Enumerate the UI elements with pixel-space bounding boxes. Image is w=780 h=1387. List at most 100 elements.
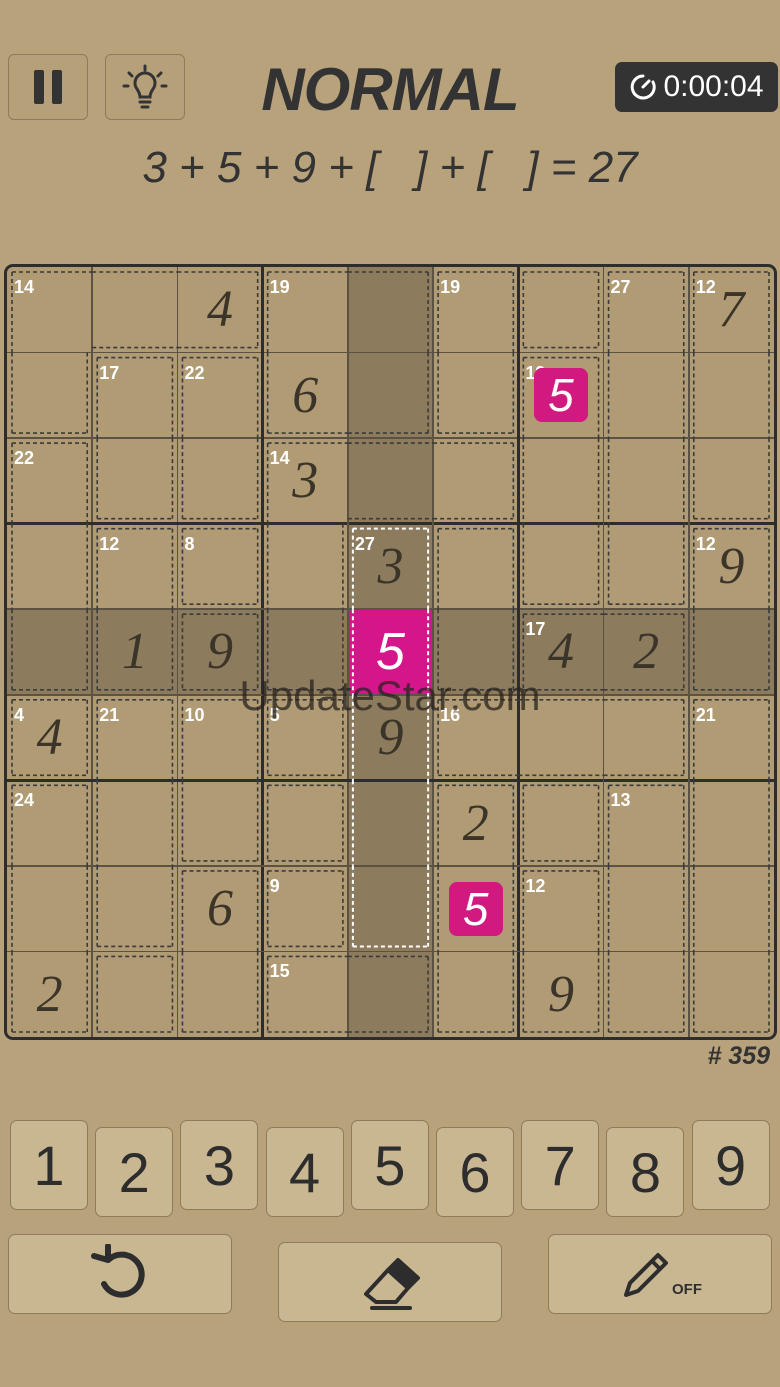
- cell-r1c4[interactable]: [263, 267, 348, 353]
- cell-r6c1[interactable]: [7, 695, 92, 781]
- cell-r1c9[interactable]: [689, 267, 774, 353]
- cell-r5c2[interactable]: [92, 609, 178, 695]
- sudoku-board: 14 19 19 27 12 17 22 19 22 14 12 8 27 12 17 4 21 10 5 16 21 2…: [4, 264, 777, 1040]
- cell-r7c3[interactable]: [177, 780, 262, 866]
- cell-r7c2[interactable]: [92, 780, 177, 866]
- cell-r9c9[interactable]: [689, 951, 774, 1037]
- cell-r5c1[interactable]: [7, 609, 93, 695]
- cell-r4c3[interactable]: [177, 524, 262, 610]
- cell-r4c1[interactable]: [7, 524, 92, 610]
- cell-r4c5[interactable]: [347, 523, 434, 610]
- cell-r7c4[interactable]: [263, 780, 348, 866]
- cell-r6c6[interactable]: [433, 695, 518, 781]
- cell-r1c3[interactable]: [177, 267, 262, 353]
- cell-r9c8[interactable]: [604, 951, 689, 1037]
- cell-r7c9[interactable]: [689, 780, 774, 866]
- cell-r9c6[interactable]: [433, 951, 518, 1037]
- keypad-button-9[interactable]: 9: [691, 1120, 770, 1210]
- keypad-button-1[interactable]: 1: [10, 1120, 88, 1210]
- cell-r4c9[interactable]: [689, 524, 774, 610]
- cell-r5c7[interactable]: [518, 609, 604, 695]
- cell-r8c2[interactable]: [92, 866, 177, 952]
- cell-r6c8[interactable]: [604, 695, 689, 781]
- cell-r3c6[interactable]: [433, 438, 518, 524]
- cell-r7c5[interactable]: [347, 780, 434, 866]
- cell-r9c1[interactable]: [7, 951, 92, 1037]
- keypad-button-8[interactable]: 8: [606, 1127, 685, 1217]
- cell-r6c7[interactable]: [518, 695, 603, 781]
- cell-r7c1[interactable]: [7, 780, 92, 866]
- timer-display[interactable]: 0:00:04: [615, 62, 778, 112]
- cell-r5c6[interactable]: [433, 609, 519, 695]
- cell-r6c2[interactable]: [92, 695, 177, 781]
- cell-r8c6[interactable]: [433, 866, 518, 952]
- cell-r8c5[interactable]: [347, 865, 434, 952]
- cell-r3c7[interactable]: [518, 438, 603, 524]
- cell-r8c8[interactable]: [604, 866, 689, 952]
- cell-r6c3[interactable]: [177, 695, 262, 781]
- cell-r2c6[interactable]: [433, 353, 518, 439]
- cell-r1c2[interactable]: [92, 267, 177, 353]
- cell-r7c7[interactable]: [518, 780, 603, 866]
- cell-r4c8[interactable]: [604, 524, 689, 610]
- cell-r8c4[interactable]: [263, 866, 348, 952]
- cell-r6c4[interactable]: [263, 695, 348, 781]
- timer-text: 0:00:04: [663, 70, 764, 103]
- cell-r2c3[interactable]: [177, 353, 262, 439]
- undo-button[interactable]: [8, 1234, 232, 1314]
- cell-r8c7[interactable]: [518, 866, 603, 952]
- cell-r5c3[interactable]: [177, 609, 263, 695]
- keypad-button-6[interactable]: 6: [436, 1127, 514, 1217]
- cell-r2c9[interactable]: [689, 353, 774, 439]
- cell-r8c9[interactable]: [689, 866, 774, 952]
- cell-r3c2[interactable]: [92, 438, 177, 524]
- cell-r2c7[interactable]: [518, 353, 603, 439]
- cell-r3c5[interactable]: [347, 438, 434, 524]
- cell-r2c2[interactable]: [92, 353, 177, 439]
- cell-r3c1[interactable]: [7, 438, 92, 524]
- erase-button[interactable]: [278, 1242, 502, 1322]
- eraser-icon: [364, 1258, 420, 1310]
- cell-r2c4[interactable]: [263, 353, 348, 439]
- cell-r4c7[interactable]: [518, 524, 603, 610]
- puzzle-number: # 359: [707, 1042, 770, 1070]
- cell-r1c7[interactable]: [518, 267, 603, 353]
- cell-r2c8[interactable]: [604, 353, 689, 439]
- cell-r4c4[interactable]: [263, 524, 348, 610]
- cell-r9c5[interactable]: [347, 951, 434, 1037]
- cell-r2c5[interactable]: [347, 352, 434, 439]
- cell-r9c3[interactable]: [177, 951, 262, 1037]
- pencil-toggle-button[interactable]: OFF: [548, 1234, 772, 1314]
- cell-r1c8[interactable]: [604, 267, 689, 353]
- keypad-button-5[interactable]: 5: [350, 1120, 429, 1210]
- cell-r3c4[interactable]: [263, 438, 348, 524]
- cell-r7c8[interactable]: [604, 780, 689, 866]
- cell-r8c1[interactable]: [7, 866, 92, 952]
- cell-r6c5[interactable]: [347, 694, 434, 781]
- cell-r3c9[interactable]: [689, 438, 774, 524]
- cell-r1c1[interactable]: [7, 267, 92, 353]
- keypad-button-3[interactable]: 3: [180, 1120, 259, 1210]
- cell-r6c9[interactable]: [689, 695, 774, 781]
- cell-r5c9[interactable]: [688, 609, 774, 695]
- cell-r5c5[interactable]: [347, 609, 434, 695]
- keypad-button-2[interactable]: 2: [95, 1127, 174, 1217]
- cell-r1c6[interactable]: [433, 267, 518, 353]
- cell-r1c5[interactable]: [347, 267, 434, 353]
- cell-r4c2[interactable]: [92, 524, 177, 610]
- keypad-button-4[interactable]: 4: [265, 1127, 344, 1217]
- cell-r9c7[interactable]: [518, 951, 603, 1037]
- cell-r5c8[interactable]: [603, 609, 689, 695]
- cell-r3c3[interactable]: [177, 438, 262, 524]
- cell-r2c1[interactable]: [7, 353, 92, 439]
- cell-r8c3[interactable]: [177, 866, 262, 952]
- cell-r9c4[interactable]: [263, 951, 348, 1037]
- cell-r7c6[interactable]: [433, 780, 518, 866]
- cell-r4c6[interactable]: [433, 524, 518, 610]
- cell-r9c2[interactable]: [92, 951, 177, 1037]
- pencil-icon: [624, 1253, 668, 1297]
- keypad-button-7[interactable]: 7: [521, 1120, 600, 1210]
- stopwatch-icon: [631, 74, 657, 100]
- cell-r5c4[interactable]: [262, 609, 348, 695]
- cell-r3c8[interactable]: [604, 438, 689, 524]
